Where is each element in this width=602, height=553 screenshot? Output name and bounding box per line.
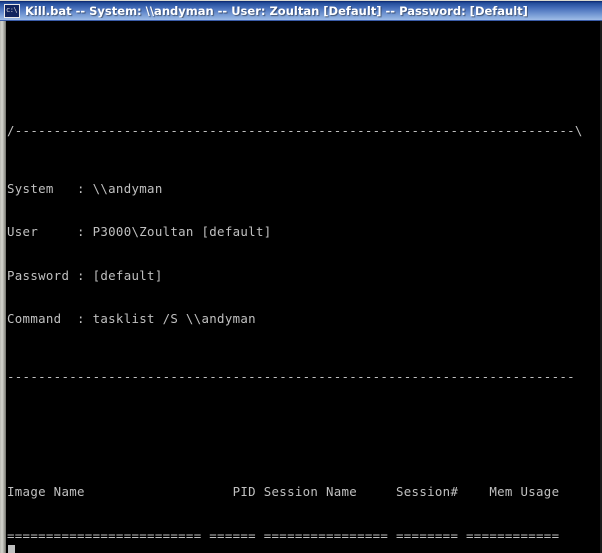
console-client-area[interactable]: /---------------------------------------… <box>0 21 602 553</box>
banner-field-user: User : P3000\Zoultan [default] <box>7 224 272 240</box>
banner-top-rule: /---------------------------------------… <box>7 124 583 139</box>
table-header-row: Image Name PID Session Name Session# Mem… <box>7 484 560 500</box>
text-cursor <box>8 545 15 553</box>
window-left-border <box>0 21 6 553</box>
console-text-buffer: /---------------------------------------… <box>7 23 599 553</box>
command-prompt-window: Kill.bat -- System: \\andyman -- User: Z… <box>0 0 602 553</box>
banner-field-password: Password : [default] <box>7 267 163 283</box>
table-header-separator: ========================= ====== =======… <box>7 528 560 543</box>
banner-field-command: Command : tasklist /S \\andyman <box>7 310 256 326</box>
banner-field-system: System : \\andyman <box>7 180 163 196</box>
console-window-icon <box>4 4 20 18</box>
banner-bottom-rule: ----------------------------------------… <box>7 369 575 384</box>
window-titlebar[interactable]: Kill.bat -- System: \\andyman -- User: Z… <box>0 0 602 21</box>
window-title: Kill.bat -- System: \\andyman -- User: Z… <box>25 4 528 18</box>
